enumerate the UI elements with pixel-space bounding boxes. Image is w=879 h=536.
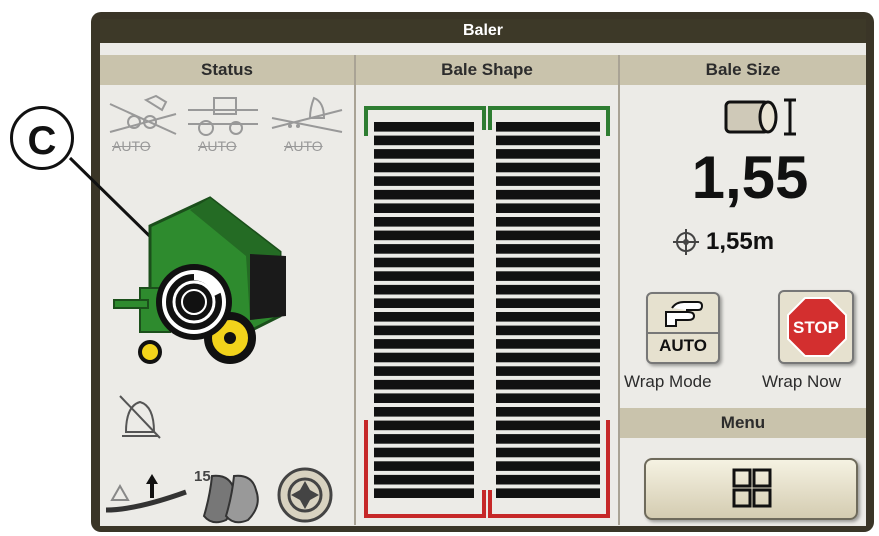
column-divider-right (618, 55, 620, 525)
auto-label-rake: AUTO (112, 138, 151, 154)
bale-shape-left-bars (374, 122, 474, 498)
bale-shape-bar-right-18 (496, 352, 600, 363)
auto-label-driver: AUTO (284, 138, 323, 154)
bale-shape-bar-left-21 (374, 393, 474, 403)
bale-shape-bar-right-5 (496, 176, 600, 186)
bale-shape-bar-left-8 (374, 217, 474, 227)
bale-shape-bar-right-10 (496, 244, 600, 254)
bale-shape-bar-left-24 (374, 434, 474, 444)
pointing-hand-icon (665, 301, 704, 327)
menu-grid-icon (732, 468, 772, 508)
bale-shape-bar-right-7 (496, 203, 600, 213)
bale-shape-bar-right-6 (496, 189, 600, 200)
bale-size-header: Bale Size (620, 55, 866, 85)
bale-shape-bar-right-28 (496, 488, 600, 498)
bale-shape-bar-left-11 (374, 257, 474, 268)
bale-shape-bar-left-18 (374, 352, 474, 363)
bale-shape-bar-right-13 (496, 284, 600, 295)
bale-shape-bar-left-15 (374, 312, 474, 322)
bale-shape-bar-left-14 (374, 298, 474, 308)
bale-shape-bar-left-4 (374, 162, 474, 173)
menu-header: Menu (620, 408, 866, 438)
wrap-knob-icon[interactable] (146, 262, 238, 344)
bale-shape-header: Bale Shape (356, 55, 618, 85)
bale-shape-bar-left-22 (374, 407, 474, 417)
bale-shape-bar-left-27 (374, 474, 474, 485)
bale-size-value: 1,55 (691, 144, 809, 211)
bale-shape-bar-left-19 (374, 366, 474, 376)
bale-shape-graph (364, 106, 610, 518)
bale-shape-bar-left-7 (374, 203, 474, 213)
pickup-raise-icon[interactable] (102, 470, 188, 516)
menu-button[interactable] (644, 458, 858, 520)
bale-shape-bar-left-13 (374, 284, 474, 295)
stop-label: STOP (793, 318, 839, 337)
bale-shape-bar-right-27 (496, 474, 600, 485)
wrap-mode-button[interactable]: AUTO (646, 292, 720, 364)
bale-shape-bar-right-4 (496, 162, 600, 173)
bale-shape-bar-right-21 (496, 393, 600, 403)
bale-shape-bar-left-2 (374, 135, 474, 146)
bale-shape-bar-left-26 (374, 461, 474, 471)
bale-cylinder-icon (724, 98, 796, 136)
target-icon (673, 229, 699, 255)
bale-shape-bar-right-1 (496, 122, 600, 132)
bale-shape-bar-right-9 (496, 230, 600, 241)
bale-shape-bar-right-3 (496, 149, 600, 159)
bale-shape-bar-right-2 (496, 135, 600, 146)
bale-shape-bar-left-9 (374, 230, 474, 241)
wrap-mode-separator (648, 332, 718, 334)
bale-shape-bar-left-6 (374, 189, 474, 200)
bale-shape-bar-left-28 (374, 488, 474, 498)
gear-knob-icon[interactable] (276, 466, 334, 524)
bale-shape-bar-right-25 (496, 447, 600, 458)
bale-shape-bar-left-17 (374, 339, 474, 349)
bale-shape-bar-left-23 (374, 420, 474, 431)
bale-shape-bar-right-14 (496, 298, 600, 308)
bale-shape-bar-right-17 (496, 339, 600, 349)
bale-shape-bar-left-3 (374, 149, 474, 159)
bale-shape-bar-right-8 (496, 217, 600, 227)
bale-shape-bar-right-12 (496, 271, 600, 281)
bale-shape-bar-left-5 (374, 176, 474, 186)
bale-shape-bar-right-20 (496, 379, 600, 390)
bale-shape-bar-right-23 (496, 420, 600, 431)
knives-icon[interactable] (198, 470, 270, 526)
wrap-mode-label: Wrap Mode (624, 372, 712, 391)
hay-rake-icon[interactable]: AUTO (106, 92, 178, 162)
bale-shape-bar-right-24 (496, 434, 600, 444)
alarm-off-icon[interactable] (116, 392, 164, 442)
bale-shape-bar-right-26 (496, 461, 600, 471)
auto-label-tractor: AUTO (198, 138, 237, 154)
bale-size-target: 1,55m (706, 228, 775, 255)
bale-shape-bar-left-12 (374, 271, 474, 281)
bale-shape-bar-right-11 (496, 257, 600, 268)
tractor-baler-icon[interactable]: AUTO (186, 92, 260, 162)
bale-shape-bar-right-16 (496, 325, 600, 336)
bale-shape-bar-left-16 (374, 325, 474, 336)
bale-shape-bar-left-10 (374, 244, 474, 254)
bale-shape-bar-left-1 (374, 122, 474, 132)
bale-shape-right-bars (496, 122, 600, 498)
wrap-now-label: Wrap Now (762, 372, 842, 391)
bale-shape-bar-left-20 (374, 379, 474, 390)
bale-shape-bar-right-22 (496, 407, 600, 417)
status-header: Status (100, 55, 354, 85)
wrap-now-button[interactable]: STOP (778, 290, 854, 364)
driver-icon[interactable]: AUTO (270, 92, 344, 162)
bale-shape-bar-right-15 (496, 312, 600, 322)
window-title: Baler (100, 19, 866, 43)
wrap-mode-auto-label: AUTO (659, 336, 707, 355)
bale-shape-bar-right-19 (496, 366, 600, 376)
bale-shape-bar-left-25 (374, 447, 474, 458)
